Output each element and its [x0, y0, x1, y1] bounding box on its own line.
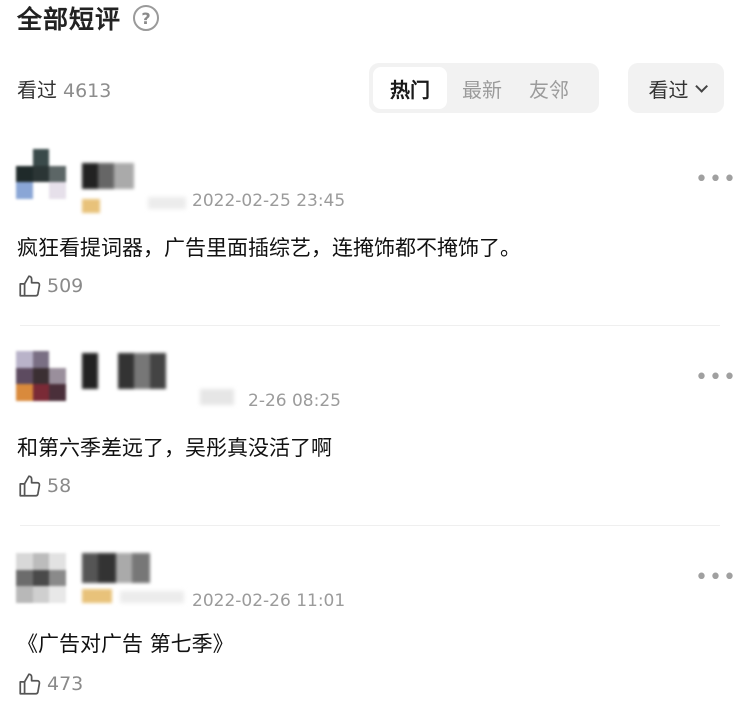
divider [20, 325, 720, 326]
avatar[interactable] [16, 149, 66, 199]
watched-label: 看过 [17, 78, 57, 102]
comment-item: 2022-02-26 11:01 ••• 《广告对广告 第七季》 473 [0, 545, 753, 710]
tab-friends[interactable]: 友邻 [517, 67, 581, 109]
tab-latest[interactable]: 最新 [450, 67, 514, 109]
thumbs-up-icon [19, 475, 41, 497]
comment-item: 2-26 08:25 ••• 和第六季差远了，吴彤真没活了啊 58 [0, 345, 753, 515]
username[interactable] [82, 353, 166, 389]
user-badge [82, 589, 112, 603]
username[interactable] [82, 553, 150, 583]
thumbs-up-icon [19, 673, 41, 695]
question-circle-icon[interactable]: ? [133, 5, 160, 31]
comment-text: 疯狂看提词器，广告里面插综艺，连掩饰都不掩饰了。 [17, 236, 521, 260]
status-filter-dropdown[interactable]: 看过 [628, 63, 724, 113]
avatar[interactable] [16, 351, 66, 401]
watched-count: 4613 [63, 80, 112, 102]
rating-stars [120, 591, 184, 603]
avatar[interactable] [16, 553, 66, 603]
divider [20, 525, 720, 526]
comment-datetime: 2-26 08:25 [248, 391, 341, 411]
watched-summary: 看过 4613 [17, 74, 111, 103]
like-button[interactable]: 58 [17, 473, 71, 499]
sort-tabs: 热门 最新 友邻 [369, 63, 599, 113]
rating-stars [200, 389, 234, 405]
comment-text: 《广告对广告 第七季》 [17, 632, 234, 656]
more-options-icon[interactable]: ••• [695, 565, 737, 590]
page-title: 全部短评 [17, 5, 122, 34]
status-filter-label: 看过 [648, 77, 689, 102]
tab-hot[interactable]: 热门 [373, 67, 447, 109]
comment-datetime: 2022-02-25 23:45 [192, 191, 346, 211]
like-count: 473 [47, 673, 84, 695]
like-button[interactable]: 473 [17, 671, 83, 697]
thumbs-up-icon [19, 275, 41, 297]
comment-datetime: 2022-02-26 11:01 [192, 591, 346, 611]
more-options-icon[interactable]: ••• [695, 365, 737, 390]
like-count: 509 [47, 275, 84, 297]
username[interactable] [82, 163, 134, 189]
user-badge [82, 199, 100, 213]
chevron-down-icon [694, 79, 708, 93]
rating-stars [148, 197, 186, 209]
header: 全部短评 ? [17, 0, 160, 36]
more-options-icon[interactable]: ••• [695, 167, 737, 192]
comment-text: 和第六季差远了，吴彤真没活了啊 [17, 436, 332, 460]
comment-item: 2022-02-25 23:45 ••• 疯狂看提词器，广告里面插综艺，连掩饰都… [0, 145, 753, 315]
toolbar: 看过 4613 热门 最新 友邻 看过 [0, 60, 753, 116]
like-count: 58 [47, 475, 72, 497]
like-button[interactable]: 509 [17, 273, 83, 299]
